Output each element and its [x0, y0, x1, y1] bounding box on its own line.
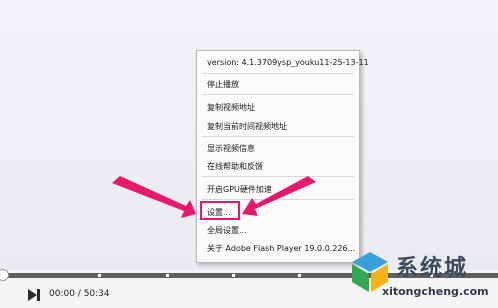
- watermark-url: xitongcheng.com: [382, 285, 489, 298]
- progress-tick: [232, 274, 235, 277]
- arrow-left-icon: [112, 176, 196, 218]
- arrow-right-icon: [242, 176, 316, 216]
- play-next-icon[interactable]: [27, 288, 41, 302]
- watermark-title: 系统城: [396, 256, 469, 281]
- progress-tick: [166, 274, 169, 277]
- timecode: 00:00 / 50:34: [49, 289, 110, 299]
- progress-tick: [298, 274, 301, 277]
- progress-tick: [98, 274, 101, 277]
